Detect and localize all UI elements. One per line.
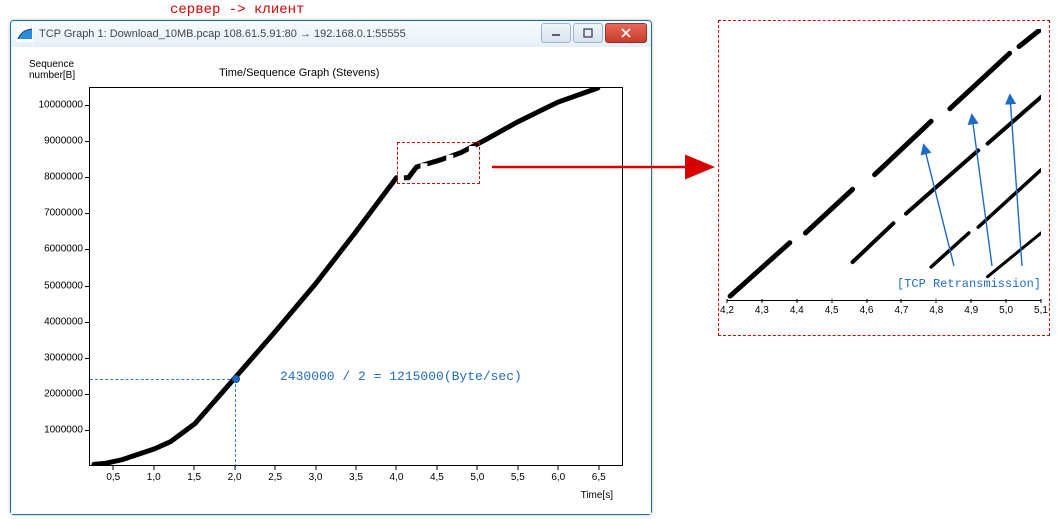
x-axis-title: Time[s] (581, 490, 613, 501)
zoom-x-tick-label: 4,3 (755, 305, 769, 316)
guide-line-horizontal (90, 379, 235, 380)
marker-dot (232, 375, 240, 383)
x-tick-label: 6,0 (551, 472, 565, 483)
x-tick-label: 6,5 (592, 472, 606, 483)
x-tick-label: 5,5 (511, 472, 525, 483)
x-tick-label: 0,5 (106, 472, 120, 483)
x-tick-label: 4,0 (390, 472, 404, 483)
wireshark-icon (17, 26, 33, 42)
zoom-x-tick-label: 4,5 (825, 305, 839, 316)
zoom-panel: 4,2 4,3 4,4 4,5 4,6 4,7 4,8 4,9 5,0 5,1 [TCP Retr… (718, 20, 1050, 336)
x-tick-label: 3,0 (309, 472, 323, 483)
x-tick-label: 3,5 (349, 472, 363, 483)
x-tick-label: 5,0 (470, 472, 484, 483)
x-tick-label: 1,5 (187, 472, 201, 483)
y-tick-label: 8000000 (44, 172, 83, 183)
zoom-x-tick-label: 4,9 (964, 305, 978, 316)
chart-title: Time/Sequence Graph (Stevens) (219, 67, 379, 79)
zoom-arrow (492, 152, 722, 182)
y-tick-label: 10000000 (39, 100, 84, 111)
chart-area: Sequence number[B] Time/Sequence Graph (… (19, 53, 643, 506)
y-tick-label: 4000000 (44, 316, 83, 327)
y-tick-label: 6000000 (44, 244, 83, 255)
y-tick-label: 9000000 (44, 136, 83, 147)
y-tick-label: 7000000 (44, 208, 83, 219)
window-body: Sequence number[B] Time/Sequence Graph (… (11, 47, 651, 514)
retrans-arrow-3 (1004, 91, 1044, 271)
maximize-button[interactable] (573, 23, 603, 43)
zoom-baseline (727, 300, 1041, 301)
plot-area[interactable]: 2430000 / 2 = 1215000(Byte/sec) (89, 87, 623, 466)
zoom-x-tick-label: 4,7 (894, 305, 908, 316)
retransmission-label: [TCP Retransmission] (897, 277, 1041, 291)
x-tick-label: 4,5 (430, 472, 444, 483)
y-tick-label: 3000000 (44, 352, 83, 363)
x-tick-label: 2,5 (268, 472, 282, 483)
y-tick-label: 2000000 (44, 388, 83, 399)
throughput-annotation: 2430000 / 2 = 1215000(Byte/sec) (280, 369, 522, 384)
zoom-x-tick-label: 4,6 (860, 305, 874, 316)
guide-line-vertical (235, 379, 236, 467)
zoom-x-tick-label: 4,4 (790, 305, 804, 316)
y-tick-label: 1000000 (44, 424, 83, 435)
direction-annotation: сервер -> клиент (170, 2, 304, 18)
window-title: TCP Graph 1: Download_10MB.pcap 108.61.5… (39, 28, 406, 40)
x-tick-label: 1,0 (147, 472, 161, 483)
tcp-graph-window: TCP Graph 1: Download_10MB.pcap 108.61.5… (10, 20, 652, 515)
x-tick-label: 2,0 (228, 472, 242, 483)
zoom-x-tick-label: 5,1 (1034, 305, 1048, 316)
zoom-x-tick-label: 5,0 (999, 305, 1013, 316)
close-button[interactable] (605, 23, 647, 43)
y-tick-label: 5000000 (44, 280, 83, 291)
minimize-button[interactable] (541, 23, 571, 43)
zoom-x-tick-label: 4,2 (720, 305, 734, 316)
zoom-region-rect (397, 142, 480, 184)
y-axis-title: Sequence number[B] (29, 59, 75, 81)
titlebar[interactable]: TCP Graph 1: Download_10MB.pcap 108.61.5… (11, 21, 651, 48)
zoom-x-tick-label: 4,8 (929, 305, 943, 316)
